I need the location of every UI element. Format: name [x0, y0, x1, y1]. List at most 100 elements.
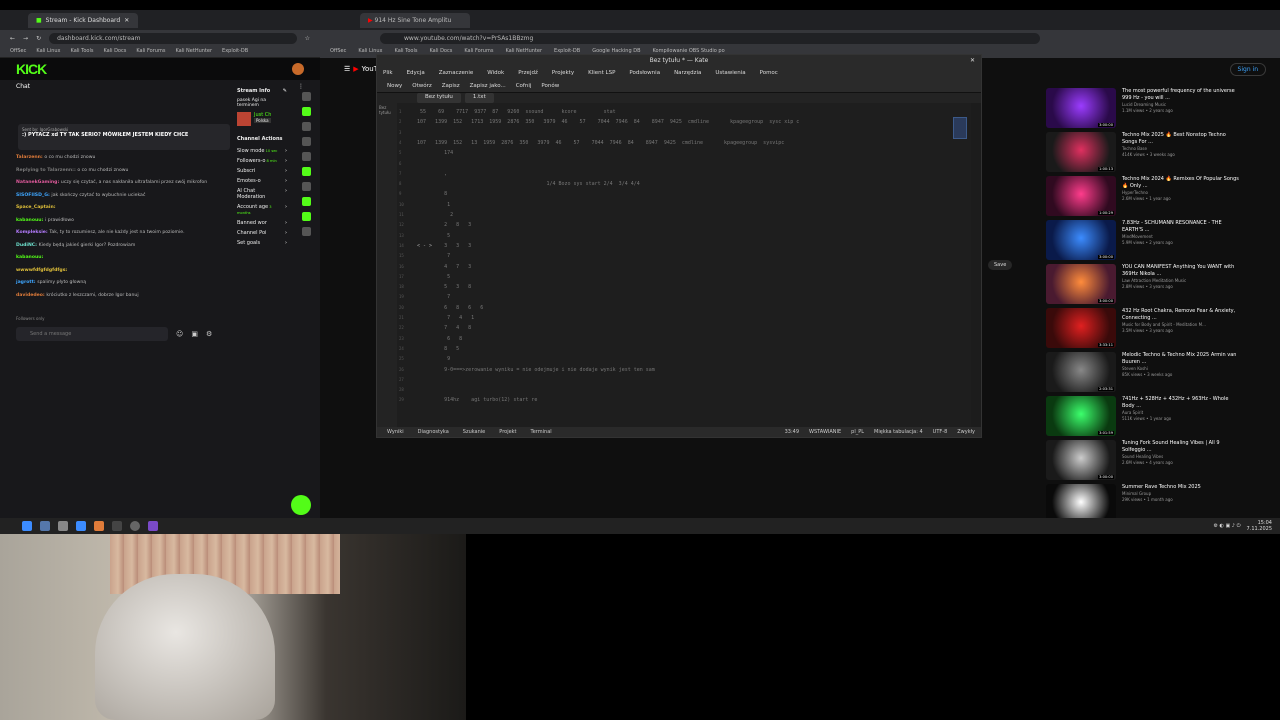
menu-item[interactable]: Pomoc [760, 70, 778, 76]
chat-username[interactable]: Space_Captain: [16, 205, 56, 210]
minimap[interactable] [953, 117, 967, 139]
video-thumbnail[interactable]: 3:00:00 [1046, 264, 1116, 304]
rail-icon[interactable] [301, 122, 311, 131]
video-title[interactable]: Tuning Fork Sound Healing Vibes | All 9 … [1122, 440, 1242, 454]
status-tab[interactable]: Szukanie [463, 429, 485, 435]
chat-username[interactable]: kabanouu: [16, 218, 45, 223]
menu-item[interactable]: Edycja [407, 70, 425, 76]
tab-kick-dashboard[interactable]: ■ Stream - Kick Dashboard ✕ [28, 12, 138, 28]
status-info-item[interactable]: pl_PL [851, 429, 864, 435]
chat-username[interactable]: Talarzenn: [16, 155, 44, 160]
menu-item[interactable]: Projekty [552, 70, 574, 76]
star-icon[interactable]: ☆ [305, 35, 310, 42]
menu-item[interactable]: Narzędzia [674, 70, 701, 76]
menu-item[interactable]: Widok [487, 70, 504, 76]
chat-message-input[interactable]: Send a message [16, 327, 168, 341]
bookmark-item[interactable]: Kali Docs [103, 48, 126, 55]
video-thumbnail[interactable]: 1:00:29 [1046, 176, 1116, 216]
video-title[interactable]: 7.83Hz - SCHUMANN RESONANCE - THE EARTH'… [1122, 220, 1242, 234]
video-title[interactable]: The most powerful frequency of the unive… [1122, 88, 1242, 102]
save-button[interactable]: Save [988, 260, 1013, 270]
chat-username[interactable]: SISOFIISD_G: [16, 193, 51, 198]
chat-username[interactable]: Kompleksie: [16, 230, 49, 235]
status-info-item[interactable]: 33:49 [785, 429, 799, 435]
rail-icon[interactable] [301, 182, 311, 191]
status-info-item[interactable]: Miękka tabulacja: 4 [874, 429, 923, 435]
desktop-icon[interactable] [40, 521, 50, 531]
terminal-icon[interactable] [112, 521, 122, 531]
rail-icon[interactable] [301, 92, 311, 101]
close-icon[interactable]: ✕ [970, 55, 975, 67]
recommendation-item[interactable]: 3:01:59 741Hz + 528Hz + 432Hz + 963Hz - W… [1046, 396, 1246, 436]
recommendation-item[interactable]: 3:00:00 YOU CAN MANIFEST Anything You WAN… [1046, 264, 1246, 304]
channel-action-item[interactable]: Followers-o 8 min › [237, 156, 287, 166]
menu-item[interactable]: Klient LSP [588, 70, 615, 76]
status-tab[interactable]: Diagnostyka [418, 429, 449, 435]
toolbar-button[interactable]: Cofnij [516, 83, 532, 89]
rail-icon[interactable] [301, 137, 311, 146]
status-info-item[interactable]: Zwykły [957, 429, 975, 435]
back-icon[interactable]: ← [10, 35, 15, 42]
video-title[interactable]: 432 Hz Root Chakra, Remove Fear & Anxiet… [1122, 308, 1242, 322]
toolbar-button[interactable]: Zapisz jako... [470, 83, 506, 89]
close-icon[interactable]: ✕ [124, 17, 129, 24]
channel-action-item[interactable]: Banned wor › [237, 218, 287, 228]
chat-username[interactable]: davidedeo: [16, 293, 46, 298]
video-thumbnail[interactable]: 3:01:59 [1046, 396, 1116, 436]
recommendation-item[interactable]: 3:33:11 432 Hz Root Chakra, Remove Fear &… [1046, 308, 1246, 348]
toolbar-button[interactable]: Zapisz [442, 83, 460, 89]
kick-logo[interactable]: KICK [16, 61, 47, 77]
recommendation-item[interactable]: 1:00:13 Techno Mix 2025 🔥 Best Nonstop Te… [1046, 132, 1246, 172]
status-info-item[interactable]: WSTAWIANIE [809, 429, 841, 435]
menu-item[interactable]: Przejdź [518, 70, 538, 76]
recommendation-item[interactable]: 3:00:00 7.83Hz - SCHUMANN RESONANCE - THE… [1046, 220, 1246, 260]
document-tab[interactable]: 1.txt [464, 93, 494, 103]
video-thumbnail[interactable]: 3:00:00 [1046, 220, 1116, 260]
rail-icon[interactable] [301, 167, 311, 176]
chat-username[interactable]: NatanekGaming: [16, 180, 61, 185]
tray-icons[interactable]: ⚙ ◐ ▣ ♪ ⏻ [1213, 523, 1240, 529]
chat-username[interactable]: Replying to Talarzenn:: [16, 168, 77, 173]
video-title[interactable]: 741Hz + 528Hz + 432Hz + 963Hz - Whole Bo… [1122, 396, 1242, 410]
status-tab[interactable]: Projekt [499, 429, 516, 435]
chat-username[interactable]: wwwwfdfgfdgfdfgs: [16, 268, 67, 273]
bookmark-item[interactable]: Kali Forums [136, 48, 165, 55]
bookmark-item[interactable]: OffSec [330, 48, 346, 56]
files-icon[interactable] [58, 521, 68, 531]
menu-icon[interactable]: ☰ [344, 65, 350, 73]
recommendation-item[interactable]: 1:00:29 Techno Mix 2024 🔥 Remixes Of Popu… [1046, 176, 1246, 216]
video-thumbnail[interactable]: 3:00:00 [1046, 88, 1116, 128]
rail-icon[interactable] [301, 212, 311, 221]
avatar[interactable] [292, 63, 304, 75]
channel-action-item[interactable]: Account age 3 months › [237, 202, 287, 218]
emote-icon[interactable]: ☺ [176, 330, 183, 338]
recommendation-item[interactable]: 3:00:00 Tuning Fork Sound Healing Vibes |… [1046, 440, 1246, 480]
rail-icon[interactable] [301, 197, 311, 206]
channel-action-item[interactable]: AI Chat Moderation › [237, 186, 287, 202]
edit-icon[interactable]: ✎ [283, 88, 287, 94]
toolbar-button[interactable]: Otwórz [412, 83, 432, 89]
start-menu-icon[interactable] [22, 521, 32, 531]
status-tab[interactable]: Wyniki [387, 429, 404, 435]
clock-date[interactable]: 7.11.2025 [1247, 526, 1272, 532]
bookmark-item[interactable]: Kali Tools [71, 48, 94, 55]
rail-icon[interactable] [301, 227, 311, 236]
video-thumbnail[interactable]: 2:03:31 [1046, 352, 1116, 392]
video-thumbnail[interactable]: 3:33:11 [1046, 308, 1116, 348]
document-tab[interactable]: Bez tytułu [417, 93, 461, 103]
channel-action-item[interactable]: Set goals › [237, 238, 287, 248]
bookmark-item[interactable]: Kali Linux [36, 48, 60, 55]
chat-username[interactable]: DudiNC: [16, 243, 39, 248]
video-thumbnail[interactable]: 3:00:00 [1046, 440, 1116, 480]
recommendation-item[interactable]: 2:03:31 Melodic Techno & Techno Mix 2025 … [1046, 352, 1246, 392]
forward-icon[interactable]: → [23, 35, 28, 42]
app-icon[interactable] [148, 521, 158, 531]
settings-gear-icon[interactable]: ⚙ [206, 330, 212, 338]
video-title[interactable]: Techno Mix 2025 🔥 Best Nonstop Techno So… [1122, 132, 1242, 146]
pinned-message[interactable]: Sent by: IgorGrabowski :) PYTACZ xd TY T… [18, 124, 230, 150]
kate-text-area[interactable]: < - > 1 55 69 7717 9377 87 9260 ssound k… [397, 103, 971, 429]
chat-username[interactable]: kabanouu: [16, 255, 43, 260]
menu-item[interactable]: Plik [383, 70, 393, 76]
firefox-icon[interactable] [94, 521, 104, 531]
menu-item[interactable]: Zaznaczenie [439, 70, 474, 76]
